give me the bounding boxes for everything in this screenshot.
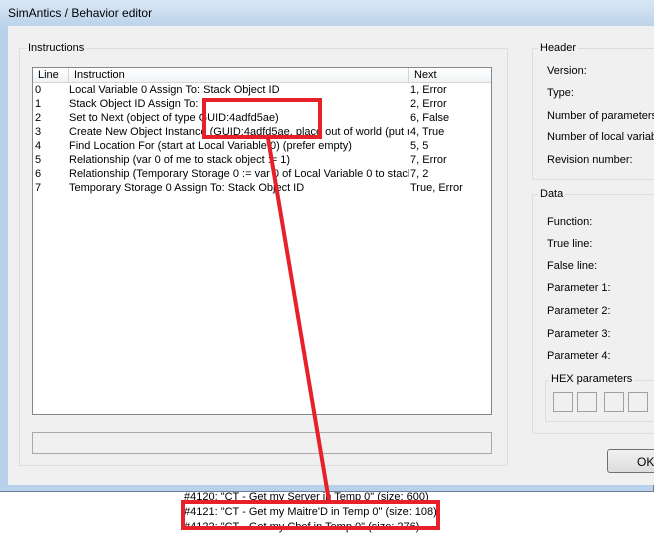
annotation-arrow-line bbox=[266, 137, 331, 502]
annotation-connector bbox=[266, 137, 331, 502]
